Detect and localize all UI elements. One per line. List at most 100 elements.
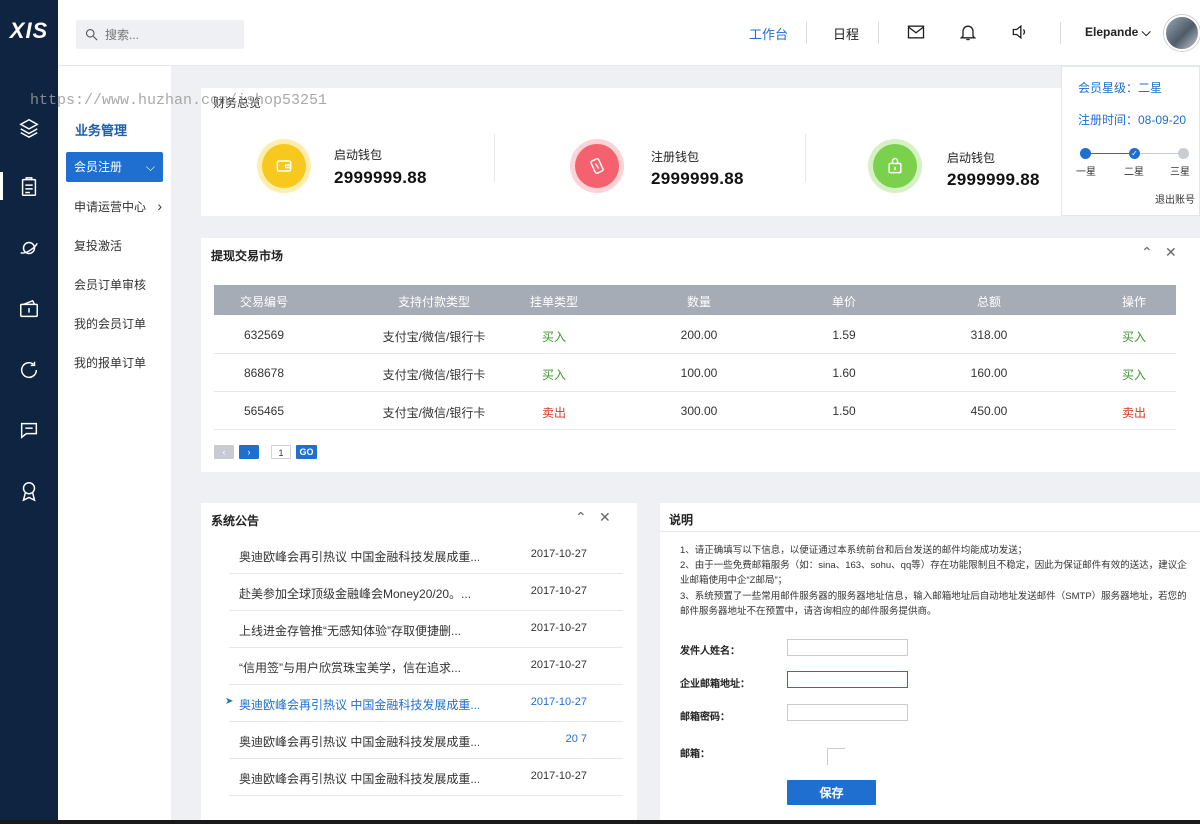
mail-icon[interactable]	[906, 22, 928, 44]
nav-divider	[1060, 22, 1061, 44]
table-row: 868678 支付宝/微信/银行卡 买入 100.00 1.60 160.00 …	[214, 354, 1176, 392]
buy-action-link[interactable]: 买入	[1094, 366, 1174, 383]
nav-workbench[interactable]: 工作台	[749, 24, 788, 43]
wallet-icon[interactable]	[17, 297, 41, 321]
collapse-icon[interactable]: ⌃	[1141, 244, 1153, 261]
collapse-icon[interactable]: ⌃	[575, 509, 587, 526]
app-rail: XIS	[0, 0, 58, 824]
trade-id: 565465	[243, 404, 285, 418]
sidebar-item-order-review[interactable]: 会员订单审核	[74, 276, 146, 293]
user-menu[interactable]: Elepande ⌵	[1085, 25, 1151, 40]
save-button[interactable]: 保存	[787, 780, 876, 805]
notice-date: 2017-10-27	[530, 585, 587, 597]
step-label: 三星	[1170, 167, 1190, 178]
planet-icon[interactable]	[17, 236, 41, 260]
field-label: 企业邮箱地址：	[680, 679, 750, 690]
bell-icon[interactable]	[958, 22, 980, 44]
step-dot-pending	[1178, 148, 1189, 159]
notice-date: 2017-10-27	[530, 548, 587, 560]
wallet-label: 注册钱包	[651, 150, 700, 164]
card-title: 系统公告	[211, 514, 260, 528]
column-header: 交易编号	[239, 295, 288, 309]
step-check-icon: ✓	[1129, 148, 1140, 159]
divider	[494, 134, 495, 182]
step-label: 一星	[1076, 167, 1096, 178]
page-number-input[interactable]: 1	[271, 445, 291, 459]
step-line	[1091, 153, 1129, 154]
list-item[interactable]: 奥迪欧峰会再引热议 中国金融科技发展成重... 2017-10-27	[229, 759, 623, 796]
instruction-text: 1、请正确填写以下信息，以便证通过本系统前台和后台发送的邮件均能成功发送；	[680, 545, 1028, 556]
nav-divider	[806, 22, 807, 44]
sidebar-item-reinvest[interactable]: 复投激活	[74, 237, 122, 254]
wallet-overview-card: 财务总览 启动钱包 2999999.88 注册钱包 2999999.88 启动钱…	[201, 88, 1061, 216]
notice-text: “信用签”与用户欣赏珠宝美学，信在追求...	[239, 661, 461, 675]
table-header: 交易编号 支持付款类型 挂单类型 数量 单价 总额 操作	[214, 285, 1176, 315]
bottom-edge	[0, 820, 1200, 824]
column-header: 操作	[1121, 295, 1146, 309]
prev-page-button[interactable]: ‹	[214, 445, 234, 459]
list-item[interactable]: 赴美参加全球顶级金融峰会Money20/20。... 2017-10-27	[229, 574, 623, 611]
total: 450.00	[970, 404, 1008, 418]
unit-price: 1.50	[832, 404, 856, 418]
refresh-icon[interactable]	[17, 358, 41, 382]
order-type: 卖出	[541, 406, 566, 420]
search-box[interactable]	[76, 20, 244, 49]
column-header: 总额	[976, 295, 1001, 309]
trade-market-card: 提现交易市场 ⌃ ✕ 交易编号 支持付款类型 挂单类型 数量 单价 总额 操作 …	[201, 238, 1200, 472]
wallet-value: 2999999.88	[651, 169, 744, 188]
search-input[interactable]	[105, 27, 235, 42]
order-type: 买入	[541, 330, 566, 344]
sell-action-link[interactable]: 卖出	[1094, 404, 1174, 421]
medal-icon[interactable]	[17, 479, 41, 503]
close-icon[interactable]: ✕	[1165, 244, 1177, 261]
email-input[interactable]	[827, 748, 845, 765]
layers-icon[interactable]	[17, 116, 41, 140]
clipboard-icon[interactable]	[17, 175, 41, 199]
wallet-label: 启动钱包	[334, 148, 383, 162]
notice-text: 赴美参加全球顶级金融峰会Money20/20。...	[239, 587, 472, 601]
sidebar-item-my-member-orders[interactable]: 我的会员订单	[74, 315, 146, 332]
notice-date: 2017-10-27	[530, 770, 587, 782]
divider	[805, 134, 806, 182]
list-item[interactable]: 奥迪欧峰会再引热议 中国金融科技发展成重... 20 7	[229, 722, 623, 759]
next-page-button[interactable]: ›	[239, 445, 259, 459]
notice-date: 2017-10-27	[530, 622, 587, 634]
quantity: 100.00	[680, 366, 718, 380]
company-email-input[interactable]	[787, 671, 908, 688]
list-item[interactable]: 奥迪欧峰会再引热议 中国金融科技发展成重... 2017-10-27	[229, 537, 623, 574]
card-title: 说明	[669, 513, 694, 527]
nav-schedule[interactable]: 日程	[833, 24, 859, 43]
sidebar-item-apply-center[interactable]: 申请运营中心 ›	[74, 198, 162, 215]
logout-link[interactable]: 退出账号	[1155, 191, 1195, 206]
column-header: 挂单类型	[529, 295, 578, 309]
bag-icon	[873, 144, 917, 188]
order-type: 买入	[541, 368, 566, 382]
go-button[interactable]: GO	[296, 445, 317, 459]
total: 318.00	[970, 328, 1008, 342]
close-icon[interactable]: ✕	[599, 509, 611, 526]
buy-action-link[interactable]: 买入	[1094, 328, 1174, 345]
notice-text: 奥迪欧峰会再引热议 中国金融科技发展成重...	[239, 698, 479, 712]
email-password-input[interactable]	[787, 704, 908, 721]
search-icon	[85, 28, 98, 41]
list-item-active[interactable]: ➤ 奥迪欧峰会再引热议 中国金融科技发展成重... 2017-10-27	[225, 685, 623, 722]
member-level-steps: ✓	[1080, 147, 1190, 161]
column-header: 支持付款类型	[397, 295, 470, 309]
field-label: 发件人姓名：	[680, 646, 740, 657]
instruction-text: 3、系统预置了一些常用邮件服务器的服务器地址信息，输入邮箱地址后自动地址发送邮件…	[680, 591, 1187, 617]
chevron-down-icon: ⌵	[145, 160, 155, 174]
column-header: 单价	[831, 295, 856, 309]
app-logo[interactable]: XIS	[0, 18, 58, 44]
sidebar-item-member-register[interactable]: 会员注册 ⌵	[66, 152, 163, 182]
wallet-value: 2999999.88	[947, 170, 1040, 189]
sender-name-input[interactable]	[787, 639, 908, 656]
avatar[interactable]	[1164, 15, 1200, 51]
sidebar-item-label: 申请运营中心	[74, 200, 147, 214]
list-item[interactable]: 上线进金存管推“无感知体验”存取便捷删... 2017-10-27	[229, 611, 623, 648]
sidebar-item-my-report-orders[interactable]: 我的报单订单	[74, 354, 146, 371]
notice-text: 奥迪欧峰会再引热议 中国金融科技发展成重...	[239, 772, 479, 786]
step-dot-done	[1080, 148, 1091, 159]
chat-icon[interactable]	[17, 418, 41, 442]
list-item[interactable]: “信用签”与用户欣赏珠宝美学，信在追求... 2017-10-27	[229, 648, 623, 685]
volume-icon[interactable]	[1010, 22, 1032, 44]
